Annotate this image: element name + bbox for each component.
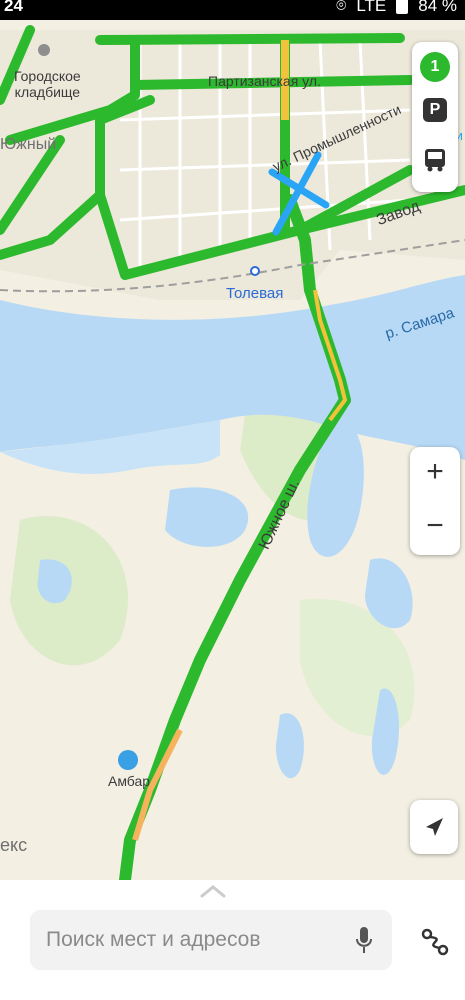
parking-icon: P <box>429 101 441 118</box>
status-bar: 24 ⌾ LTE 84 % <box>0 0 465 20</box>
navigation-arrow-icon <box>426 818 443 836</box>
sheet-handle-icon[interactable] <box>200 884 226 898</box>
cemetery-icon[interactable] <box>38 44 50 56</box>
traffic-button[interactable]: 1 <box>420 52 450 82</box>
status-icons: ⌾ LTE 84 % <box>336 0 457 16</box>
station-icon[interactable] <box>250 266 260 276</box>
shop-icon[interactable] <box>118 750 138 770</box>
parking-button[interactable]: P <box>423 98 447 122</box>
zoom-out-button[interactable]: − <box>410 501 460 555</box>
zoom-in-button[interactable]: + <box>410 447 460 501</box>
partizanskaya-label: Партизанская ул. <box>208 73 321 89</box>
network-type: LTE <box>356 0 387 15</box>
bus-icon <box>425 149 445 172</box>
my-location-button[interactable] <box>410 800 458 854</box>
microphone-icon[interactable] <box>356 926 372 954</box>
search-placeholder: Поиск мест и адресов <box>46 928 261 951</box>
layers-panel: 1 P <box>412 42 458 192</box>
yandex-logo-fragment: екс <box>0 835 28 855</box>
ambar-label: Амбар <box>108 773 151 789</box>
search-input[interactable]: Поиск мест и адресов <box>30 910 392 970</box>
cemetery-label: Городское кладбище <box>14 68 81 100</box>
district-label: Южный <box>0 136 57 153</box>
location-icon: ⌾ <box>336 0 347 15</box>
transport-button[interactable] <box>421 146 449 174</box>
route-icon[interactable] <box>418 925 452 959</box>
traffic-level: 1 <box>430 58 440 75</box>
battery-level: 84 % <box>418 0 457 15</box>
tolevaya-label: Толевая <box>226 285 284 302</box>
zoom-panel: + − <box>410 447 460 555</box>
battery-icon <box>396 0 409 14</box>
map-canvas[interactable] <box>0 20 465 880</box>
status-time: 24 <box>4 0 23 15</box>
